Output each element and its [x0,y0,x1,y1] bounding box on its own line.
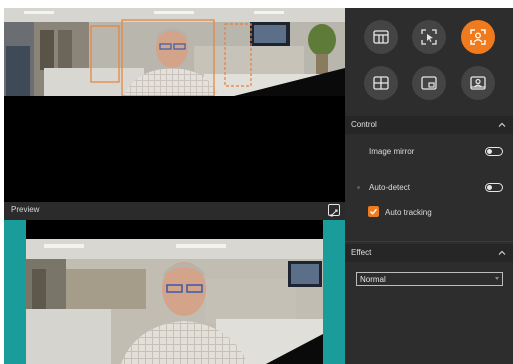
auto-detect-label: Auto-detect [369,183,410,192]
layout-button-row-2 [345,66,513,100]
auto-detect-toggle[interactable] [485,183,503,192]
layout-button-row-1 [345,20,513,54]
toggle-knob [487,185,492,190]
preview-label: Preview [11,205,40,214]
chevron-up-icon[interactable] [497,248,507,258]
chevron-down-icon [495,277,499,280]
preview-image [26,239,323,364]
dot-indicator-icon [357,186,360,189]
preview-side-fill-left [4,220,26,364]
effect-section-header[interactable]: Effect [345,244,513,262]
grid-three-panel-icon [373,30,389,44]
quad-grid-icon [373,76,389,90]
expand-preview-icon[interactable] [328,204,340,217]
auto-frame-person-icon [470,29,486,45]
preview-area [4,220,345,364]
effect-select-value: Normal [360,275,386,284]
control-panel: Control Image mirror Auto-detect Auto tr… [345,8,513,364]
app-window: Preview Control Image mirror Auto-detect… [4,8,513,364]
preview-side-fill-right [323,220,345,364]
image-mirror-toggle[interactable] [485,147,503,156]
presenter-view-icon [470,76,486,90]
effect-title: Effect [351,248,372,257]
image-mirror-label: Image mirror [369,147,415,156]
auto-tracking-label: Auto tracking [385,208,432,217]
auto-tracking-checkbox[interactable] [368,206,379,217]
chevron-up-icon[interactable] [497,120,507,130]
main-camera-feed[interactable] [4,8,345,96]
layout-button-presenter[interactable] [461,66,495,100]
preview-header: Preview [4,202,345,220]
toggle-knob [487,149,492,154]
layout-button-auto-frame[interactable] [461,20,495,54]
picture-in-picture-icon [421,76,437,90]
control-section-header[interactable]: Control [345,116,513,134]
divider [345,241,513,242]
office-scene-image [4,8,345,96]
layout-button-pip[interactable] [412,66,446,100]
camera-area: Preview [4,8,345,364]
control-title: Control [351,120,377,129]
layout-button-select-region[interactable] [412,20,446,54]
camera-black-area [4,96,345,202]
effect-select[interactable]: Normal [356,272,503,286]
select-region-icon [421,29,437,45]
checkmark-icon [370,208,378,215]
layout-button-grid[interactable] [364,20,398,54]
layout-button-quad[interactable] [364,66,398,100]
